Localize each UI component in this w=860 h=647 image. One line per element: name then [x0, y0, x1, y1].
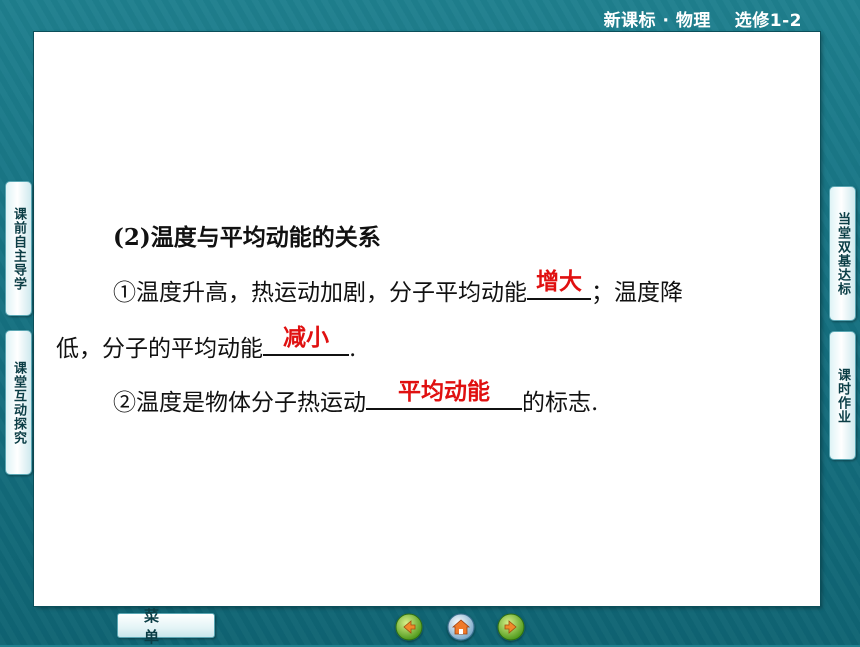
tab-basic-review-label: 当堂双基达标 — [835, 211, 850, 296]
answer-blank-2: 减小 — [263, 325, 349, 356]
tab-basic-review[interactable]: 当堂双基达标 — [829, 186, 856, 321]
tab-pre-class-study-label: 课前自主导学 — [11, 206, 26, 291]
answer-1: 增大 — [536, 269, 582, 295]
tab-homework-label: 课时作业 — [835, 367, 850, 424]
slide-content-panel: (2)温度与平均动能的关系 ①温度升高，热运动加剧，分子平均动能 增大 ；温度降 低… — [34, 32, 820, 606]
forward-arrow-icon[interactable] — [497, 613, 525, 641]
item-1-line-2: 低，分子的平均动能 减小. — [56, 325, 357, 363]
home-icon[interactable] — [447, 613, 475, 641]
item-1-prefix: ①温度升高，热运动加剧，分子平均动能 — [113, 280, 527, 306]
tab-homework[interactable]: 课时作业 — [829, 331, 856, 460]
tab-pre-class-study[interactable]: 课前自主导学 — [5, 181, 32, 316]
item-1-cont-suffix: . — [349, 336, 357, 362]
menu-button[interactable]: 菜单 — [117, 607, 215, 646]
answer-3: 平均动能 — [398, 379, 490, 405]
item-1-cont-prefix: 低，分子的平均动能 — [56, 336, 263, 362]
item-1-suffix: ；温度降 — [591, 280, 683, 306]
answer-2: 减小 — [283, 325, 329, 351]
header-title: 新课标 · 物理 选修1-2 — [603, 11, 802, 31]
item-2-prefix: ②温度是物体分子热运动 — [113, 390, 366, 416]
item-2-line: ②温度是物体分子热运动 平均动能 的标志. — [113, 379, 599, 417]
answer-blank-1: 增大 — [527, 269, 591, 300]
item-1-line-1: ①温度升高，热运动加剧，分子平均动能 增大 ；温度降 — [113, 269, 683, 307]
back-arrow-icon[interactable] — [395, 613, 423, 641]
tab-in-class-exploration-label: 课堂互动探究 — [11, 360, 26, 445]
tab-in-class-exploration[interactable]: 课堂互动探究 — [5, 330, 32, 475]
section-heading: (2)温度与平均动能的关系 — [113, 224, 381, 251]
item-2-suffix: 的标志. — [522, 390, 599, 416]
answer-blank-3: 平均动能 — [366, 379, 522, 410]
